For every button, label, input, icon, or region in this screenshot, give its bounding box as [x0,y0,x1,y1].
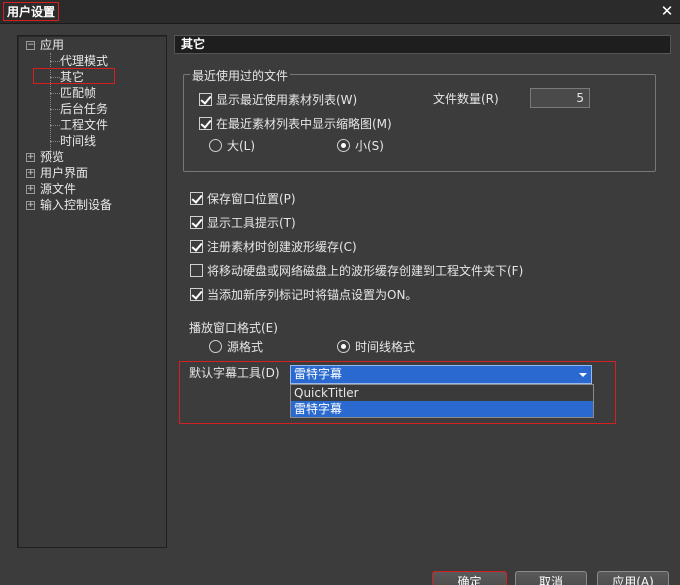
timeline-format-radio[interactable] [337,340,350,353]
tree-item-source-file[interactable]: 源文件 [40,181,76,197]
anchor-on-label[interactable]: 当添加新序列标记时将锚点设置为ON。 [207,287,417,303]
tree-item-background-tasks[interactable]: 后台任务 [60,101,108,117]
title-tool-label: 默认字幕工具(D) [189,366,280,380]
show-thumbnails-checkbox[interactable] [199,117,212,130]
removable-cache-checkbox[interactable] [190,264,203,277]
window-title: 用户设置 [3,2,60,21]
save-window-position-checkbox[interactable] [190,192,203,205]
file-count-label: 文件数量(R) [433,92,499,106]
size-large-label[interactable]: 大(L) [227,138,255,154]
panel-header: 其它 [174,35,671,54]
tree-item-timeline[interactable]: 时间线 [60,133,96,149]
expand-icon[interactable]: + [26,169,35,178]
title-tool-select[interactable]: 雷特字幕 [290,365,592,384]
tree-item-user-interface[interactable]: 用户界面 [40,165,88,181]
waveform-cache-checkbox[interactable] [190,240,203,253]
option-quicktitler[interactable]: QuickTitler [291,385,593,401]
timeline-format-label[interactable]: 时间线格式 [355,339,415,355]
show-recent-checkbox[interactable] [199,93,212,106]
tree-connector [50,93,60,94]
expand-icon[interactable]: + [26,153,35,162]
tree-item-proxy-mode[interactable]: 代理模式 [60,53,108,69]
option-leite-subtitle[interactable]: 雷特字幕 [291,401,593,417]
source-format-radio[interactable] [209,340,222,353]
tree-item-match-frame[interactable]: 匹配帧 [60,85,96,101]
waveform-cache-label[interactable]: 注册素材时创建波形缓存(C) [207,239,357,255]
expand-icon[interactable]: + [26,185,35,194]
cancel-button[interactable]: 取消 [515,571,587,585]
tree-connector [50,141,60,142]
file-count-input[interactable]: 5 [530,88,590,108]
show-tooltips-label[interactable]: 显示工具提示(T) [207,215,296,231]
size-large-radio[interactable] [209,139,222,152]
apply-button[interactable]: 应用(A) [597,571,669,585]
tree-connector [50,125,60,126]
tree-item-preview[interactable]: 预览 [40,149,64,165]
chevron-down-icon[interactable] [579,373,587,377]
tree-item-project-file[interactable]: 工程文件 [60,117,108,133]
close-icon[interactable]: ✕ [659,1,675,21]
tree-item-application[interactable]: 应用 [40,37,64,53]
player-format-label: 播放窗口格式(E) [189,321,278,335]
tree-connector [50,61,60,62]
title-bar: 用户设置 ✕ [0,0,680,24]
show-recent-label[interactable]: 显示最近使用素材列表(W) [216,92,357,108]
anchor-on-checkbox[interactable] [190,288,203,301]
tree-connector [50,109,60,110]
show-thumbnails-label[interactable]: 在最近素材列表中显示缩略图(M) [216,116,392,132]
source-format-label[interactable]: 源格式 [227,339,263,355]
collapse-icon[interactable]: − [26,41,35,50]
ok-button[interactable]: 确定 [432,571,507,585]
expand-icon[interactable]: + [26,201,35,210]
title-tool-selected-value: 雷特字幕 [294,367,343,381]
settings-tree[interactable]: − 应用 代理模式 其它 匹配帧 后台任务 工程文件 时间线 + 预览 + 用户… [17,35,167,548]
removable-cache-label[interactable]: 将移动硬盘或网络磁盘上的波形缓存创建到工程文件夹下(F) [207,263,523,279]
recent-files-legend: 最近使用过的文件 [190,67,291,84]
size-small-label[interactable]: 小(S) [355,138,384,154]
tree-item-input-devices[interactable]: 输入控制设备 [40,197,112,213]
title-tool-options[interactable]: QuickTitler 雷特字幕 [290,384,594,418]
save-window-position-label[interactable]: 保存窗口位置(P) [207,191,296,207]
show-tooltips-checkbox[interactable] [190,216,203,229]
tree-item-other[interactable]: 其它 [33,68,115,84]
size-small-radio[interactable] [337,139,350,152]
